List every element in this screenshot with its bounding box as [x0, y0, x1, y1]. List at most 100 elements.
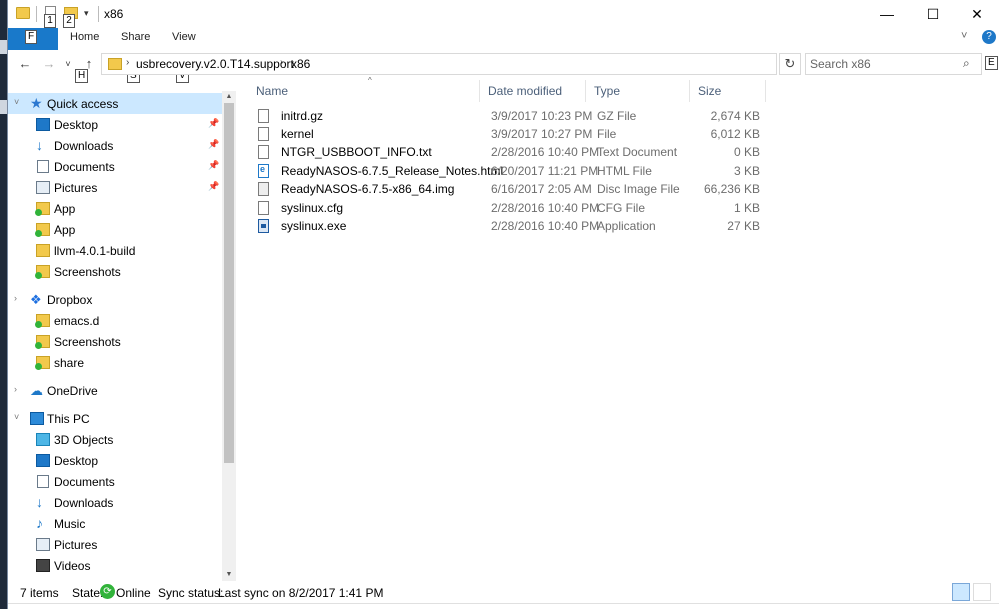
refresh-icon[interactable]: ↻	[779, 53, 801, 75]
nav-onedrive[interactable]: › ☁ OneDrive	[8, 380, 222, 401]
nav-label: Music	[54, 517, 86, 531]
help-icon[interactable]: ?	[982, 30, 996, 44]
nav-dropbox[interactable]: › ❖ Dropbox	[8, 289, 222, 310]
folder-icon	[108, 58, 122, 70]
expand-chevron-icon[interactable]: ›	[14, 384, 17, 394]
nav-scrollbar[interactable]: ▲ ▼	[222, 91, 236, 581]
table-row[interactable]: ReadyNASOS-6.7.5_Release_Notes.html 6/20…	[256, 162, 766, 180]
column-date-modified[interactable]: Date modified	[480, 80, 586, 102]
nav-quick-access[interactable]: ˅ ★ Quick access	[8, 93, 222, 114]
nav-3d-objects[interactable]: 3D Objects	[8, 429, 222, 450]
exe-icon	[258, 219, 269, 233]
desktop-icon	[36, 454, 50, 467]
scroll-down-icon[interactable]: ▼	[222, 569, 236, 581]
nav-pc-desktop[interactable]: Desktop	[8, 450, 222, 471]
search-input[interactable]	[810, 56, 960, 72]
table-row[interactable]: syslinux.exe 2/28/2016 10:40 PM Applicat…	[256, 217, 766, 235]
table-row[interactable]: NTGR_USBBOOT_INFO.txt 2/28/2016 10:40 PM…	[256, 143, 766, 161]
nav-label: Desktop	[54, 118, 99, 132]
file-type: Text Document	[597, 145, 678, 159]
expand-chevron-icon[interactable]: ˅	[14, 97, 19, 107]
table-row[interactable]: syslinux.cfg 2/28/2016 10:40 PM CFG File…	[256, 199, 766, 217]
file-date: 3/9/2017 10:23 PM	[491, 109, 593, 123]
file-name: ReadyNASOS-6.7.5-x86_64.img	[281, 182, 455, 196]
large-icons-view-icon[interactable]	[973, 583, 991, 601]
dropbox-icon: ❖	[30, 292, 42, 307]
file-type: Application	[597, 219, 656, 233]
tab-view[interactable]: View	[172, 31, 196, 43]
html-file-icon	[258, 164, 269, 178]
customize-toolbar-dropdown[interactable]: ▾	[84, 8, 89, 19]
column-name[interactable]: Name	[248, 80, 480, 102]
file-name: initrd.gz	[281, 109, 324, 123]
back-arrow-icon[interactable]: ←	[16, 54, 34, 74]
column-size[interactable]: Size	[690, 80, 766, 102]
scrollbar-thumb[interactable]	[224, 103, 234, 463]
column-type[interactable]: Type	[586, 80, 690, 102]
sync-check-icon	[35, 272, 42, 279]
search-icon[interactable]: ⌕	[963, 56, 970, 71]
tab-home[interactable]: Home	[70, 31, 99, 43]
keytip-qa1: 1	[44, 14, 56, 28]
file-date: 3/9/2017 10:27 PM	[491, 127, 593, 141]
nav-dropbox-screenshots[interactable]: Screenshots	[8, 331, 222, 352]
nav-downloads[interactable]: ↓ Downloads 📌	[8, 135, 222, 156]
nav-pc-downloads[interactable]: ↓ Downloads	[8, 492, 222, 513]
expand-chevron-icon[interactable]: ›	[14, 293, 17, 303]
expand-chevron-icon[interactable]: ˅	[14, 412, 19, 422]
breadcrumb-separator-icon[interactable]: ›	[126, 57, 129, 68]
music-note-icon: ♪	[36, 515, 43, 531]
nav-screenshots[interactable]: Screenshots	[8, 261, 222, 282]
nav-pc-pictures[interactable]: Pictures	[8, 534, 222, 555]
breadcrumb-separator-icon[interactable]: ›	[280, 57, 283, 68]
nav-documents[interactable]: Documents 📌	[8, 156, 222, 177]
maximize-button[interactable]: ☐	[910, 0, 956, 28]
nav-pc-documents[interactable]: Documents	[8, 471, 222, 492]
folder-icon	[35, 223, 50, 237]
close-button[interactable]: ✕	[954, 0, 999, 28]
scroll-up-icon[interactable]: ▲	[222, 91, 236, 103]
nav-label: App	[54, 202, 76, 216]
minimize-button[interactable]: —	[864, 0, 910, 28]
tab-share[interactable]: Share	[121, 31, 150, 43]
recent-locations-chevron-icon[interactable]: ˅	[62, 54, 74, 74]
forward-arrow-icon[interactable]: →	[40, 54, 58, 74]
breadcrumb-usbrecovery[interactable]: usbrecovery.v2.0.T14.support	[136, 57, 294, 71]
background-fragment	[0, 40, 7, 54]
up-arrow-icon[interactable]: ↑	[80, 54, 98, 74]
nav-share[interactable]: share	[8, 352, 222, 373]
nav-emacs-d[interactable]: emacs.d	[8, 310, 222, 331]
file-size: 1 KB	[733, 201, 760, 215]
file-icon	[258, 201, 269, 215]
nav-label: Downloads	[54, 496, 114, 510]
table-row[interactable]: initrd.gz 3/9/2017 10:23 PM GZ File 2,67…	[256, 107, 766, 125]
nav-label: Documents	[54, 475, 115, 489]
sync-check-icon	[35, 230, 42, 237]
table-row[interactable]: kernel 3/9/2017 10:27 PM File 6,012 KB	[256, 125, 766, 143]
details-view-icon[interactable]	[952, 583, 970, 601]
address-bar[interactable]: › usbrecovery.v2.0.T14.support › x86 ˅	[101, 53, 860, 75]
nav-llvm-build[interactable]: llvm-4.0.1-build	[8, 240, 222, 261]
nav-label: emacs.d	[54, 314, 100, 328]
folder-icon	[35, 335, 50, 349]
search-box[interactable]: ⌕	[805, 53, 982, 75]
star-icon: ★	[30, 95, 43, 111]
file-name: syslinux.cfg	[281, 201, 344, 215]
tab-file[interactable]: F	[8, 28, 58, 50]
table-row[interactable]: ReadyNASOS-6.7.5-x86_64.img 6/16/2017 2:…	[256, 180, 766, 198]
nav-music[interactable]: ♪ Music	[8, 513, 222, 534]
folder-icon	[35, 265, 50, 279]
nav-pictures[interactable]: Pictures 📌	[8, 177, 222, 198]
nav-app[interactable]: App	[8, 198, 222, 219]
nav-app[interactable]: App	[8, 219, 222, 240]
nav-label: This PC	[47, 412, 90, 426]
video-icon	[36, 559, 50, 572]
expand-ribbon-chevron-icon[interactable]: ˅	[961, 30, 967, 42]
nav-desktop[interactable]: Desktop 📌	[8, 114, 222, 135]
sync-status-value: Last sync on 8/2/2017 1:41 PM	[218, 586, 384, 600]
nav-this-pc[interactable]: ˅ This PC	[8, 408, 222, 429]
nav-label: Pictures	[54, 181, 98, 195]
nav-videos[interactable]: Videos	[8, 555, 222, 576]
divider	[36, 6, 37, 22]
breadcrumb-x86[interactable]: x86	[291, 57, 310, 71]
